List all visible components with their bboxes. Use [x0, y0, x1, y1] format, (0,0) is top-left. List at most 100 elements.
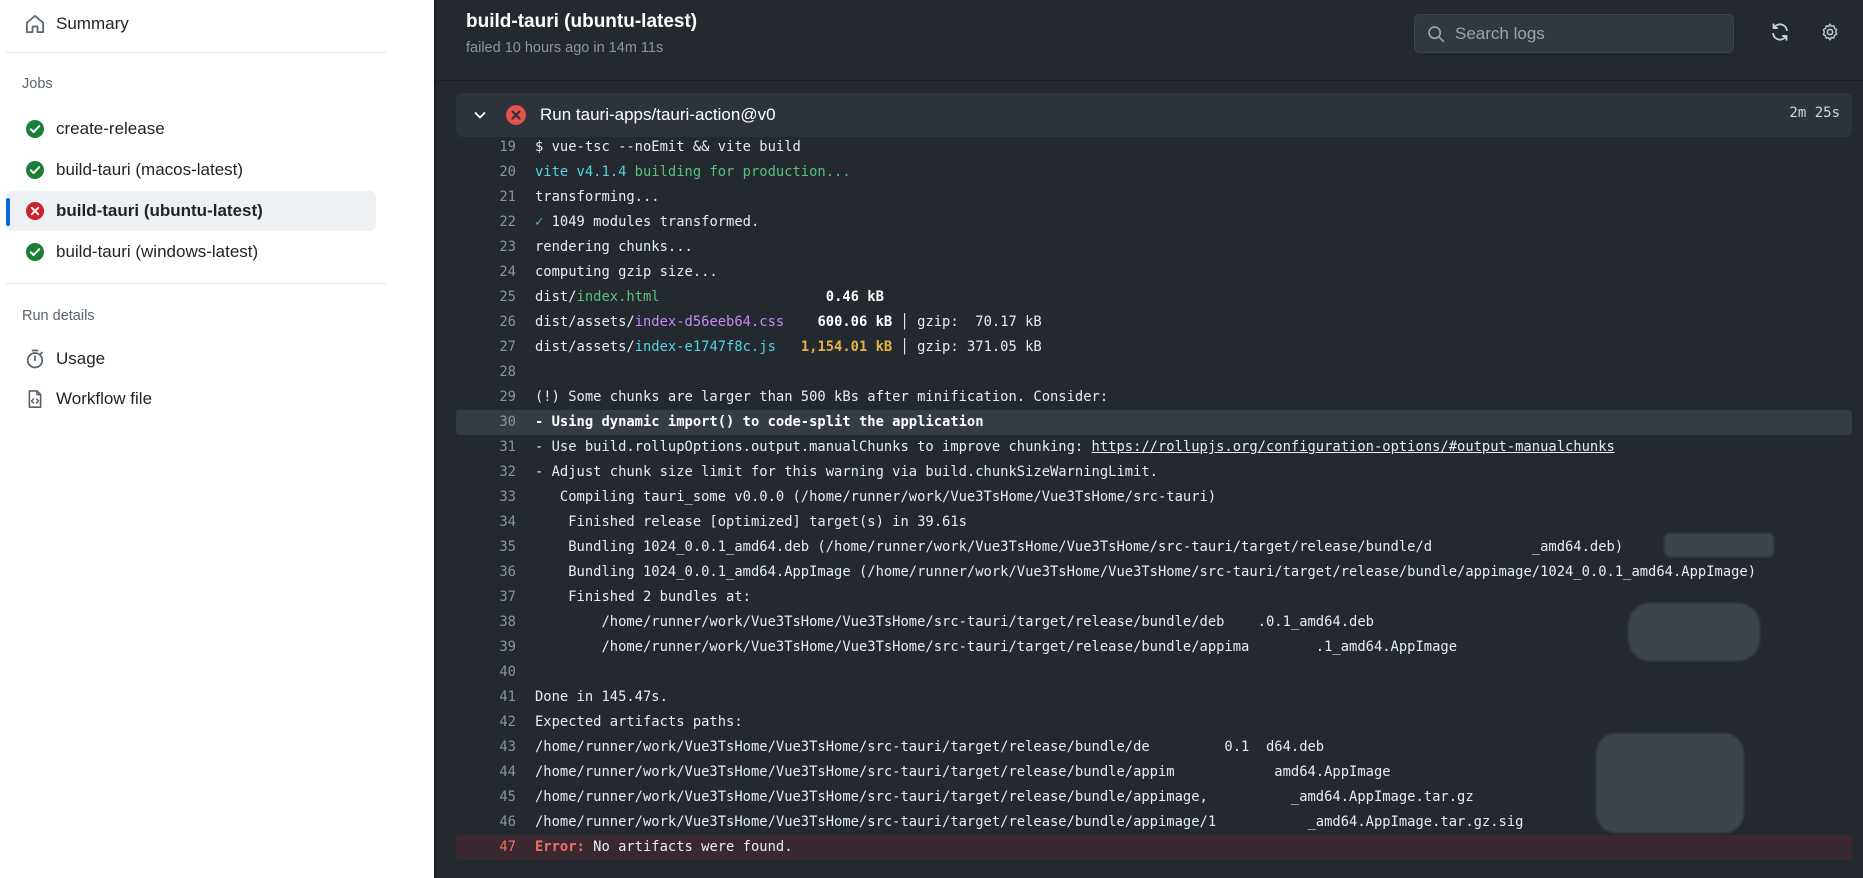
line-number[interactable]: 32 — [456, 460, 516, 485]
line-number[interactable]: 29 — [456, 385, 516, 410]
log-text: dist/assets/index-e1747f8c.js 1,154.01 k… — [535, 339, 1042, 355]
line-number[interactable]: 28 — [456, 360, 516, 385]
log-text: rendering chunks... — [535, 239, 693, 255]
sidebar-item-workflow-file[interactable]: Workflow file — [6, 379, 376, 419]
sidebar: Summary Jobs create-release build-tauri … — [0, 0, 436, 878]
log-text: Compiling tauri_some v0.0.0 (/home/runne… — [535, 489, 1217, 505]
line-number[interactable]: 20 — [456, 160, 516, 185]
rollup-docs-link[interactable]: https://rollupjs.org/configuration-optio… — [1092, 439, 1615, 455]
line-number[interactable]: 33 — [456, 485, 516, 510]
log-line[interactable]: 24 computing gzip size... — [456, 260, 1852, 285]
log-text: ✓ 1049 modules transformed. — [535, 214, 760, 230]
sidebar-item-summary[interactable]: Summary — [6, 4, 376, 44]
check-circle-icon — [22, 239, 48, 265]
log-line-highlighted[interactable]: 30 - Using dynamic import() to code-split… — [456, 410, 1852, 435]
line-number[interactable]: 39 — [456, 635, 516, 660]
line-number[interactable]: 47 — [456, 835, 516, 860]
line-number[interactable]: 19 — [456, 135, 516, 160]
line-number[interactable]: 46 — [456, 810, 516, 835]
jobs-heading: Jobs — [22, 76, 53, 92]
log-line[interactable]: 29 (!) Some chunks are larger than 500 kB… — [456, 385, 1852, 410]
log-text: /home/runner/work/Vue3TsHome/Vue3TsHome/… — [535, 739, 1325, 755]
page-title: build-tauri (ubuntu-latest) — [466, 11, 698, 32]
x-circle-icon — [504, 103, 528, 127]
file-code-icon — [22, 386, 48, 412]
step-name: Run tauri-apps/tauri-action@v0 — [540, 105, 776, 124]
log-line[interactable]: 33 Compiling tauri_some v0.0.0 (/home/ru… — [456, 485, 1852, 510]
sidebar-item-label: Workflow file — [56, 389, 153, 408]
log-line[interactable]: 35 Bundling 1024_0.0.1_amd64.deb (/home/… — [456, 535, 1852, 560]
chevron-down-icon[interactable] — [470, 105, 490, 125]
job-label: create-release — [56, 119, 165, 138]
log-text: transforming... — [535, 189, 660, 205]
log-line[interactable]: 42 Expected artifacts paths: — [456, 710, 1852, 735]
log-text: /home/runner/work/Vue3TsHome/Vue3TsHome/… — [535, 614, 1374, 630]
job-label: build-tauri (ubuntu-latest) — [56, 201, 263, 220]
sidebar-item-label: Summary — [56, 14, 129, 33]
line-number[interactable]: 31 — [456, 435, 516, 460]
run-details-heading: Run details — [22, 308, 95, 324]
stopwatch-icon — [22, 346, 48, 372]
sidebar-job-build-tauri-ubuntu[interactable]: build-tauri (ubuntu-latest) — [6, 191, 376, 231]
line-number[interactable]: 24 — [456, 260, 516, 285]
log-text: - Use build.rollupOptions.output.manualC… — [535, 439, 1615, 455]
active-indicator — [6, 198, 10, 226]
line-number[interactable]: 25 — [456, 285, 516, 310]
x-circle-icon — [22, 198, 48, 224]
line-number[interactable]: 38 — [456, 610, 516, 635]
log-line[interactable]: 23 rendering chunks... — [456, 235, 1852, 260]
gear-icon — [1820, 22, 1840, 47]
log-text: Error: No artifacts were found. — [535, 839, 793, 855]
settings-button[interactable] — [1816, 20, 1844, 48]
refresh-icon — [1770, 22, 1790, 47]
log-line[interactable]: 19 $ vue-tsc --noEmit && vite build — [456, 135, 1852, 160]
line-number[interactable]: 34 — [456, 510, 516, 535]
job-label: build-tauri (macos-latest) — [56, 160, 244, 179]
sidebar-job-build-tauri-windows[interactable]: build-tauri (windows-latest) — [6, 232, 376, 272]
divider — [436, 80, 1863, 81]
log-line[interactable]: 27 dist/assets/index-e1747f8c.js 1,154.01… — [456, 335, 1852, 360]
sidebar-job-create-release[interactable]: create-release — [6, 109, 376, 149]
log-line[interactable]: 36 Bundling 1024_0.0.1_amd64.AppImage (/… — [456, 560, 1852, 585]
line-number[interactable]: 27 — [456, 335, 516, 360]
log-line[interactable]: 25 dist/index.html 0.46 kB — [456, 285, 1852, 310]
line-number[interactable]: 36 — [456, 560, 516, 585]
log-line[interactable]: 41 Done in 145.47s. — [456, 685, 1852, 710]
line-number[interactable]: 37 — [456, 585, 516, 610]
redaction-mark — [1628, 603, 1760, 661]
log-line[interactable]: 22 ✓ 1049 modules transformed. — [456, 210, 1852, 235]
refresh-button[interactable] — [1766, 20, 1794, 48]
line-number[interactable]: 21 — [456, 185, 516, 210]
log-text: Expected artifacts paths: — [535, 714, 743, 730]
log-line[interactable]: 34 Finished release [optimized] target(s… — [456, 510, 1852, 535]
log-line[interactable]: 28 — [456, 360, 1852, 385]
search-logs-box[interactable] — [1414, 14, 1734, 53]
line-number[interactable]: 22 — [456, 210, 516, 235]
sidebar-item-usage[interactable]: Usage — [6, 339, 376, 379]
log-line[interactable]: 20 vite v4.1.4 building for production... — [456, 160, 1852, 185]
line-number[interactable]: 42 — [456, 710, 516, 735]
line-number[interactable]: 26 — [456, 310, 516, 335]
log-line[interactable]: 32 - Adjust chunk size limit for this war… — [456, 460, 1852, 485]
line-number[interactable]: 40 — [456, 660, 516, 685]
line-number[interactable]: 30 — [456, 410, 516, 435]
line-number[interactable]: 23 — [456, 235, 516, 260]
log-line-error[interactable]: 47 Error: No artifacts were found. — [456, 835, 1852, 860]
log-line[interactable]: 26 dist/assets/index-d56eeb64.css 600.06 … — [456, 310, 1852, 335]
line-number[interactable]: 45 — [456, 785, 516, 810]
line-number[interactable]: 44 — [456, 760, 516, 785]
log-line[interactable]: 40 — [456, 660, 1852, 685]
log-text: Bundling 1024_0.0.1_amd64.deb (/home/run… — [535, 539, 1624, 555]
log-text: Finished 2 bundles at: — [535, 589, 751, 605]
log-line[interactable]: 21 transforming... — [456, 185, 1852, 210]
line-number[interactable]: 43 — [456, 735, 516, 760]
log-line[interactable]: 31 - Use build.rollupOptions.output.manua… — [456, 435, 1852, 460]
log-text: Done in 145.47s. — [535, 689, 668, 705]
search-input[interactable] — [1455, 23, 1715, 44]
step-header[interactable]: Run tauri-apps/tauri-action@v0 2m 25s — [456, 93, 1852, 137]
divider — [6, 52, 386, 53]
sidebar-job-build-tauri-macos[interactable]: build-tauri (macos-latest) — [6, 150, 376, 190]
line-number[interactable]: 35 — [456, 535, 516, 560]
divider — [6, 283, 386, 284]
line-number[interactable]: 41 — [456, 685, 516, 710]
